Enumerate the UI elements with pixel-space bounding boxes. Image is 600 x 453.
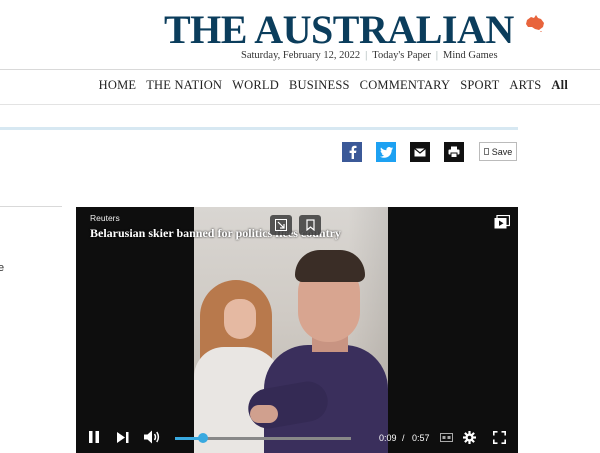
masthead-divider <box>0 69 600 70</box>
todays-paper-link[interactable]: Today's Paper <box>372 50 431 61</box>
left-column-text-fragment: e <box>0 262 5 274</box>
nav-divider <box>0 104 600 105</box>
progress-bar[interactable] <box>175 433 351 443</box>
nav-arts[interactable]: ARTS <box>509 78 541 93</box>
nav-sport[interactable]: SPORT <box>460 78 499 93</box>
twitter-icon[interactable] <box>376 142 396 162</box>
nav-commentary[interactable]: COMMENTARY <box>360 78 451 93</box>
issue-date: Saturday, February 12, 2022 <box>241 50 361 61</box>
popout-icon[interactable] <box>270 215 292 235</box>
masthead: THE AUSTRALIAN Saturday, February 12, 20… <box>0 0 600 70</box>
mind-games-link[interactable]: Mind Games <box>443 50 498 61</box>
nav-home[interactable]: HOME <box>99 78 137 93</box>
volume-icon[interactable] <box>144 430 161 444</box>
left-column-divider <box>0 206 62 207</box>
nav-all[interactable]: All <box>551 78 568 93</box>
pause-icon[interactable] <box>88 431 100 443</box>
main-nav: HOME THE NATION WORLD BUSINESS COMMENTAR… <box>89 78 568 93</box>
bookmark-icon <box>483 148 489 155</box>
site-logo[interactable]: THE AUSTRALIAN <box>164 6 514 54</box>
section-band <box>0 127 518 130</box>
save-label: Save <box>491 146 513 157</box>
playlist-icon[interactable] <box>494 215 510 229</box>
video-frame <box>194 207 388 453</box>
video-bookmark-icon[interactable] <box>299 215 321 235</box>
email-icon[interactable] <box>410 142 430 162</box>
settings-gear-icon[interactable] <box>463 431 476 444</box>
australia-map-icon <box>526 15 544 32</box>
nav-business[interactable]: BUSINESS <box>289 78 350 93</box>
facebook-icon[interactable] <box>342 142 362 162</box>
save-button[interactable]: Save <box>479 142 517 161</box>
video-source: Reuters <box>90 213 120 223</box>
duration: 0:57 <box>412 433 430 443</box>
fullscreen-icon[interactable] <box>493 431 506 444</box>
video-player[interactable]: Reuters Belarusian skier banned for poli… <box>76 207 518 453</box>
nav-world[interactable]: WORLD <box>232 78 279 93</box>
nav-the-nation[interactable]: THE NATION <box>146 78 222 93</box>
next-icon[interactable] <box>117 432 129 443</box>
captions-icon[interactable] <box>440 433 453 442</box>
masthead-subline: Saturday, February 12, 2022 | Today's Pape… <box>241 50 498 61</box>
time-separator: / <box>402 433 405 443</box>
print-icon[interactable] <box>444 142 464 162</box>
current-time: 0:09 <box>379 433 397 443</box>
